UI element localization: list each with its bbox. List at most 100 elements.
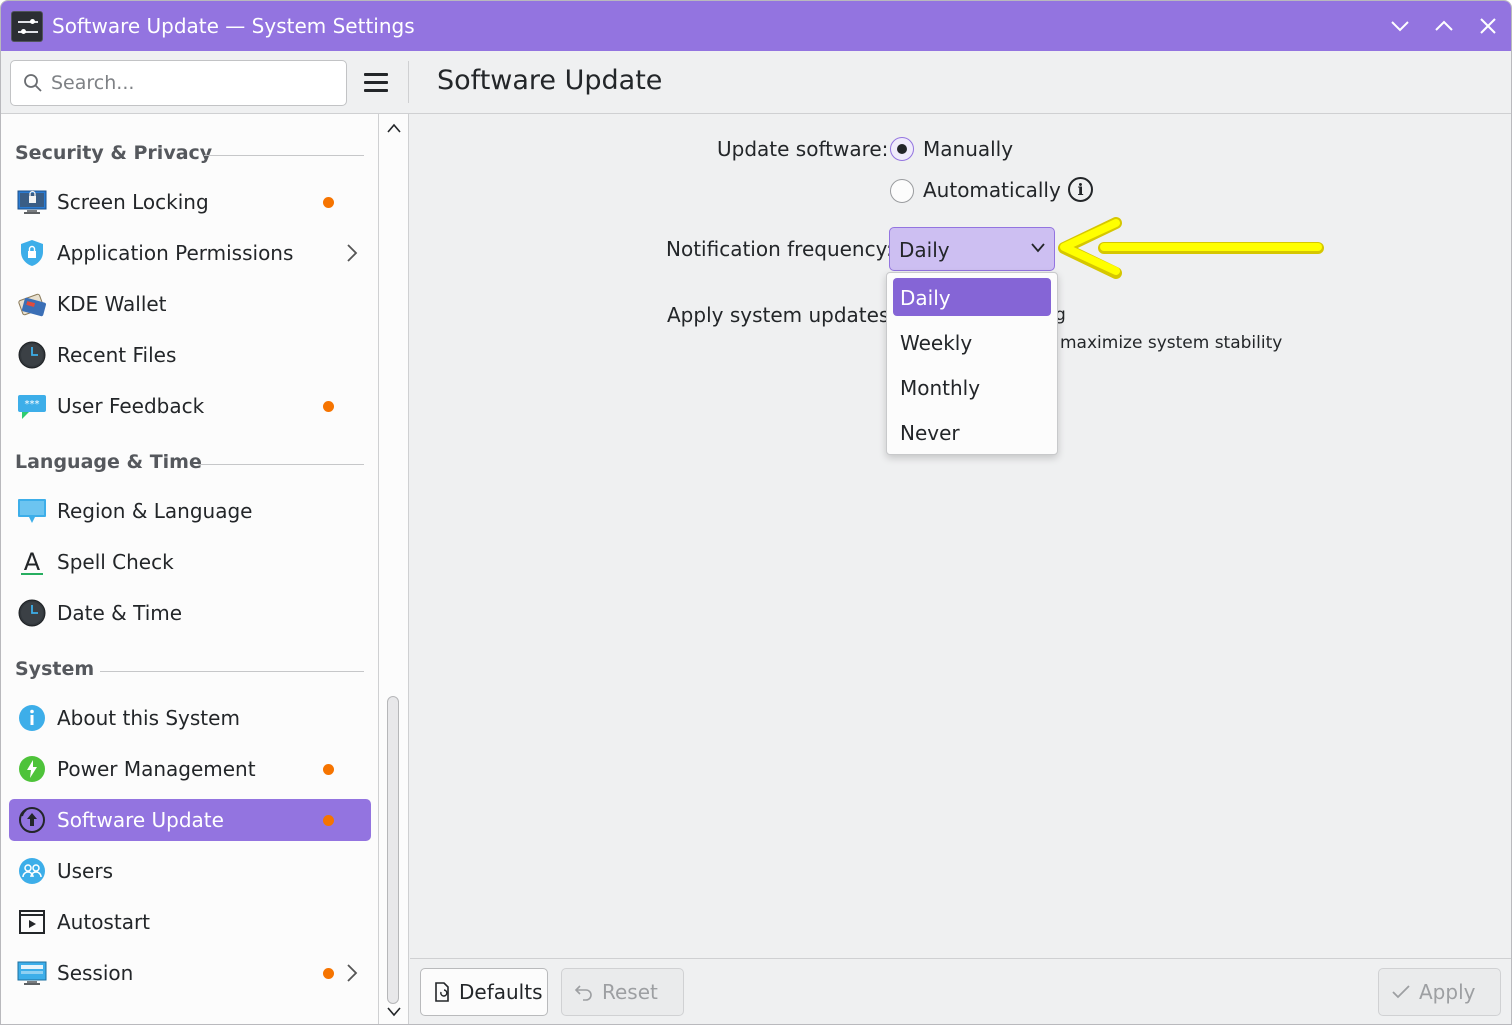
- header-divider: [408, 61, 409, 103]
- sidebar-item-application-permissions[interactable]: Application Permissions: [9, 232, 371, 274]
- checkmark-icon: [1392, 985, 1410, 999]
- section-header-security-privacy: Security & Privacy: [15, 142, 213, 164]
- apply-updates-help-text: maximize system stability: [1060, 333, 1283, 353]
- clock-icon: [18, 599, 46, 627]
- screen-lock-icon: [17, 190, 47, 214]
- feedback-icon: ***: [18, 395, 46, 419]
- scroll-up-button[interactable]: [379, 116, 409, 140]
- search-input[interactable]: [51, 69, 331, 97]
- defaults-button[interactable]: Defaults: [420, 968, 548, 1016]
- dropdown-option-monthly[interactable]: Monthly: [893, 368, 1051, 406]
- hamburger-menu-button[interactable]: [359, 69, 393, 97]
- session-icon: [17, 961, 47, 985]
- info-icon: [19, 705, 45, 731]
- footer-bar: Defaults Reset Apply: [410, 958, 1511, 1024]
- sidebar: Security & Privacy Screen Locking Applic…: [1, 114, 379, 1024]
- users-icon: [19, 858, 45, 884]
- sidebar-item-label: Software Update: [57, 808, 224, 832]
- notification-badge: [323, 815, 334, 826]
- apply-button-label: Apply: [1419, 980, 1476, 1004]
- section-header-system: System: [15, 658, 95, 680]
- sidebar-item-region-language[interactable]: Region & Language: [9, 490, 371, 532]
- minimize-button[interactable]: [1385, 11, 1415, 41]
- sidebar-item-label: Screen Locking: [57, 190, 209, 214]
- sidebar-item-power-management[interactable]: Power Management: [9, 748, 371, 790]
- settings-window: Software Update — System Settings Softwa…: [0, 0, 1512, 1025]
- dropdown-option-weekly[interactable]: Weekly: [893, 323, 1051, 361]
- header-bar: Software Update: [1, 51, 1511, 114]
- sidebar-item-label: Date & Time: [57, 601, 183, 625]
- reset-button[interactable]: Reset: [561, 968, 684, 1016]
- region-icon: [18, 499, 46, 523]
- search-icon: [24, 74, 42, 92]
- svg-text:A: A: [24, 548, 41, 576]
- update-software-label: Update software:: [717, 137, 889, 161]
- sidebar-item-label: Power Management: [57, 757, 256, 781]
- radio-automatically[interactable]: [890, 179, 914, 203]
- sidebar-item-software-update[interactable]: Software Update: [9, 799, 371, 841]
- sidebar-item-label: Autostart: [57, 910, 151, 934]
- minimize-icon: [1391, 21, 1409, 32]
- scrollbar-thumb[interactable]: [387, 696, 399, 1004]
- defaults-button-label: Defaults: [459, 980, 543, 1004]
- dropdown-option-daily[interactable]: Daily: [893, 278, 1051, 316]
- sidebar-item-label: Application Permissions: [57, 241, 294, 265]
- wallet-icon: [18, 293, 46, 317]
- sidebar-item-label: User Feedback: [57, 394, 205, 418]
- sidebar-item-label: About this System: [57, 706, 240, 730]
- sidebar-item-autostart[interactable]: Autostart: [9, 901, 371, 943]
- clock-icon: [18, 341, 46, 369]
- search-field[interactable]: [10, 60, 347, 106]
- sidebar-item-user-feedback[interactable]: *** User Feedback: [9, 385, 371, 427]
- chevron-down-icon: [387, 1007, 401, 1017]
- sidebar-item-label: Recent Files: [57, 343, 177, 367]
- window-title: Software Update — System Settings: [52, 14, 415, 38]
- document-defaults-icon: [435, 982, 449, 1002]
- sidebar-item-kde-wallet[interactable]: KDE Wallet: [9, 283, 371, 325]
- dropdown-option-never[interactable]: Never: [893, 413, 1051, 451]
- close-button[interactable]: [1473, 11, 1503, 41]
- notification-badge: [323, 764, 334, 775]
- sidebar-item-label: Spell Check: [57, 550, 174, 574]
- reset-button-label: Reset: [602, 980, 658, 1004]
- notification-badge: [323, 401, 334, 412]
- combobox-value: Daily: [899, 238, 950, 262]
- sidebar-item-recent-files[interactable]: Recent Files: [9, 334, 371, 376]
- sidebar-item-label: Region & Language: [57, 499, 253, 523]
- power-icon: [19, 756, 45, 782]
- sidebar-item-label: Users: [57, 859, 114, 883]
- chevron-up-icon: [387, 123, 401, 133]
- sidebar-item-spell-check[interactable]: A Spell Check: [9, 541, 371, 583]
- system-settings-icon: [11, 11, 43, 42]
- sidebar-item-users[interactable]: Users: [9, 850, 371, 892]
- info-icon[interactable]: i: [1068, 177, 1093, 202]
- radio-automatically-label[interactable]: Automatically: [923, 178, 1061, 202]
- maximize-button[interactable]: [1429, 11, 1459, 41]
- chevron-right-icon: [347, 964, 358, 982]
- update-icon: [19, 807, 45, 833]
- frequency-dropdown-popup: Daily Weekly Monthly Never: [886, 272, 1058, 455]
- shield-icon: [21, 240, 43, 266]
- sidebar-scrollbar[interactable]: [379, 114, 409, 1024]
- radio-manually[interactable]: [890, 137, 914, 161]
- notification-frequency-combobox[interactable]: Daily: [889, 227, 1055, 271]
- page-title: Software Update: [437, 65, 663, 96]
- chevron-down-icon: [1031, 243, 1045, 253]
- sidebar-item-screen-locking[interactable]: Screen Locking: [9, 181, 371, 223]
- sidebar-item-session[interactable]: Session: [9, 952, 371, 994]
- spell-check-icon: A: [21, 548, 43, 576]
- notification-badge: [323, 197, 334, 208]
- notification-frequency-label: Notification frequency:: [666, 237, 893, 261]
- section-divider: [100, 671, 364, 672]
- scroll-down-button[interactable]: [379, 1000, 409, 1024]
- section-header-language-time: Language & Time: [15, 451, 202, 473]
- chevron-right-icon: [347, 244, 358, 262]
- section-divider: [198, 464, 364, 465]
- sidebar-item-about-this-system[interactable]: About this System: [9, 697, 371, 739]
- close-icon: [1480, 18, 1496, 34]
- notification-badge: [323, 968, 334, 979]
- radio-manually-label[interactable]: Manually: [923, 137, 1013, 161]
- sidebar-item-date-time[interactable]: Date & Time: [9, 592, 371, 634]
- section-divider: [204, 155, 364, 156]
- apply-button[interactable]: Apply: [1378, 968, 1501, 1016]
